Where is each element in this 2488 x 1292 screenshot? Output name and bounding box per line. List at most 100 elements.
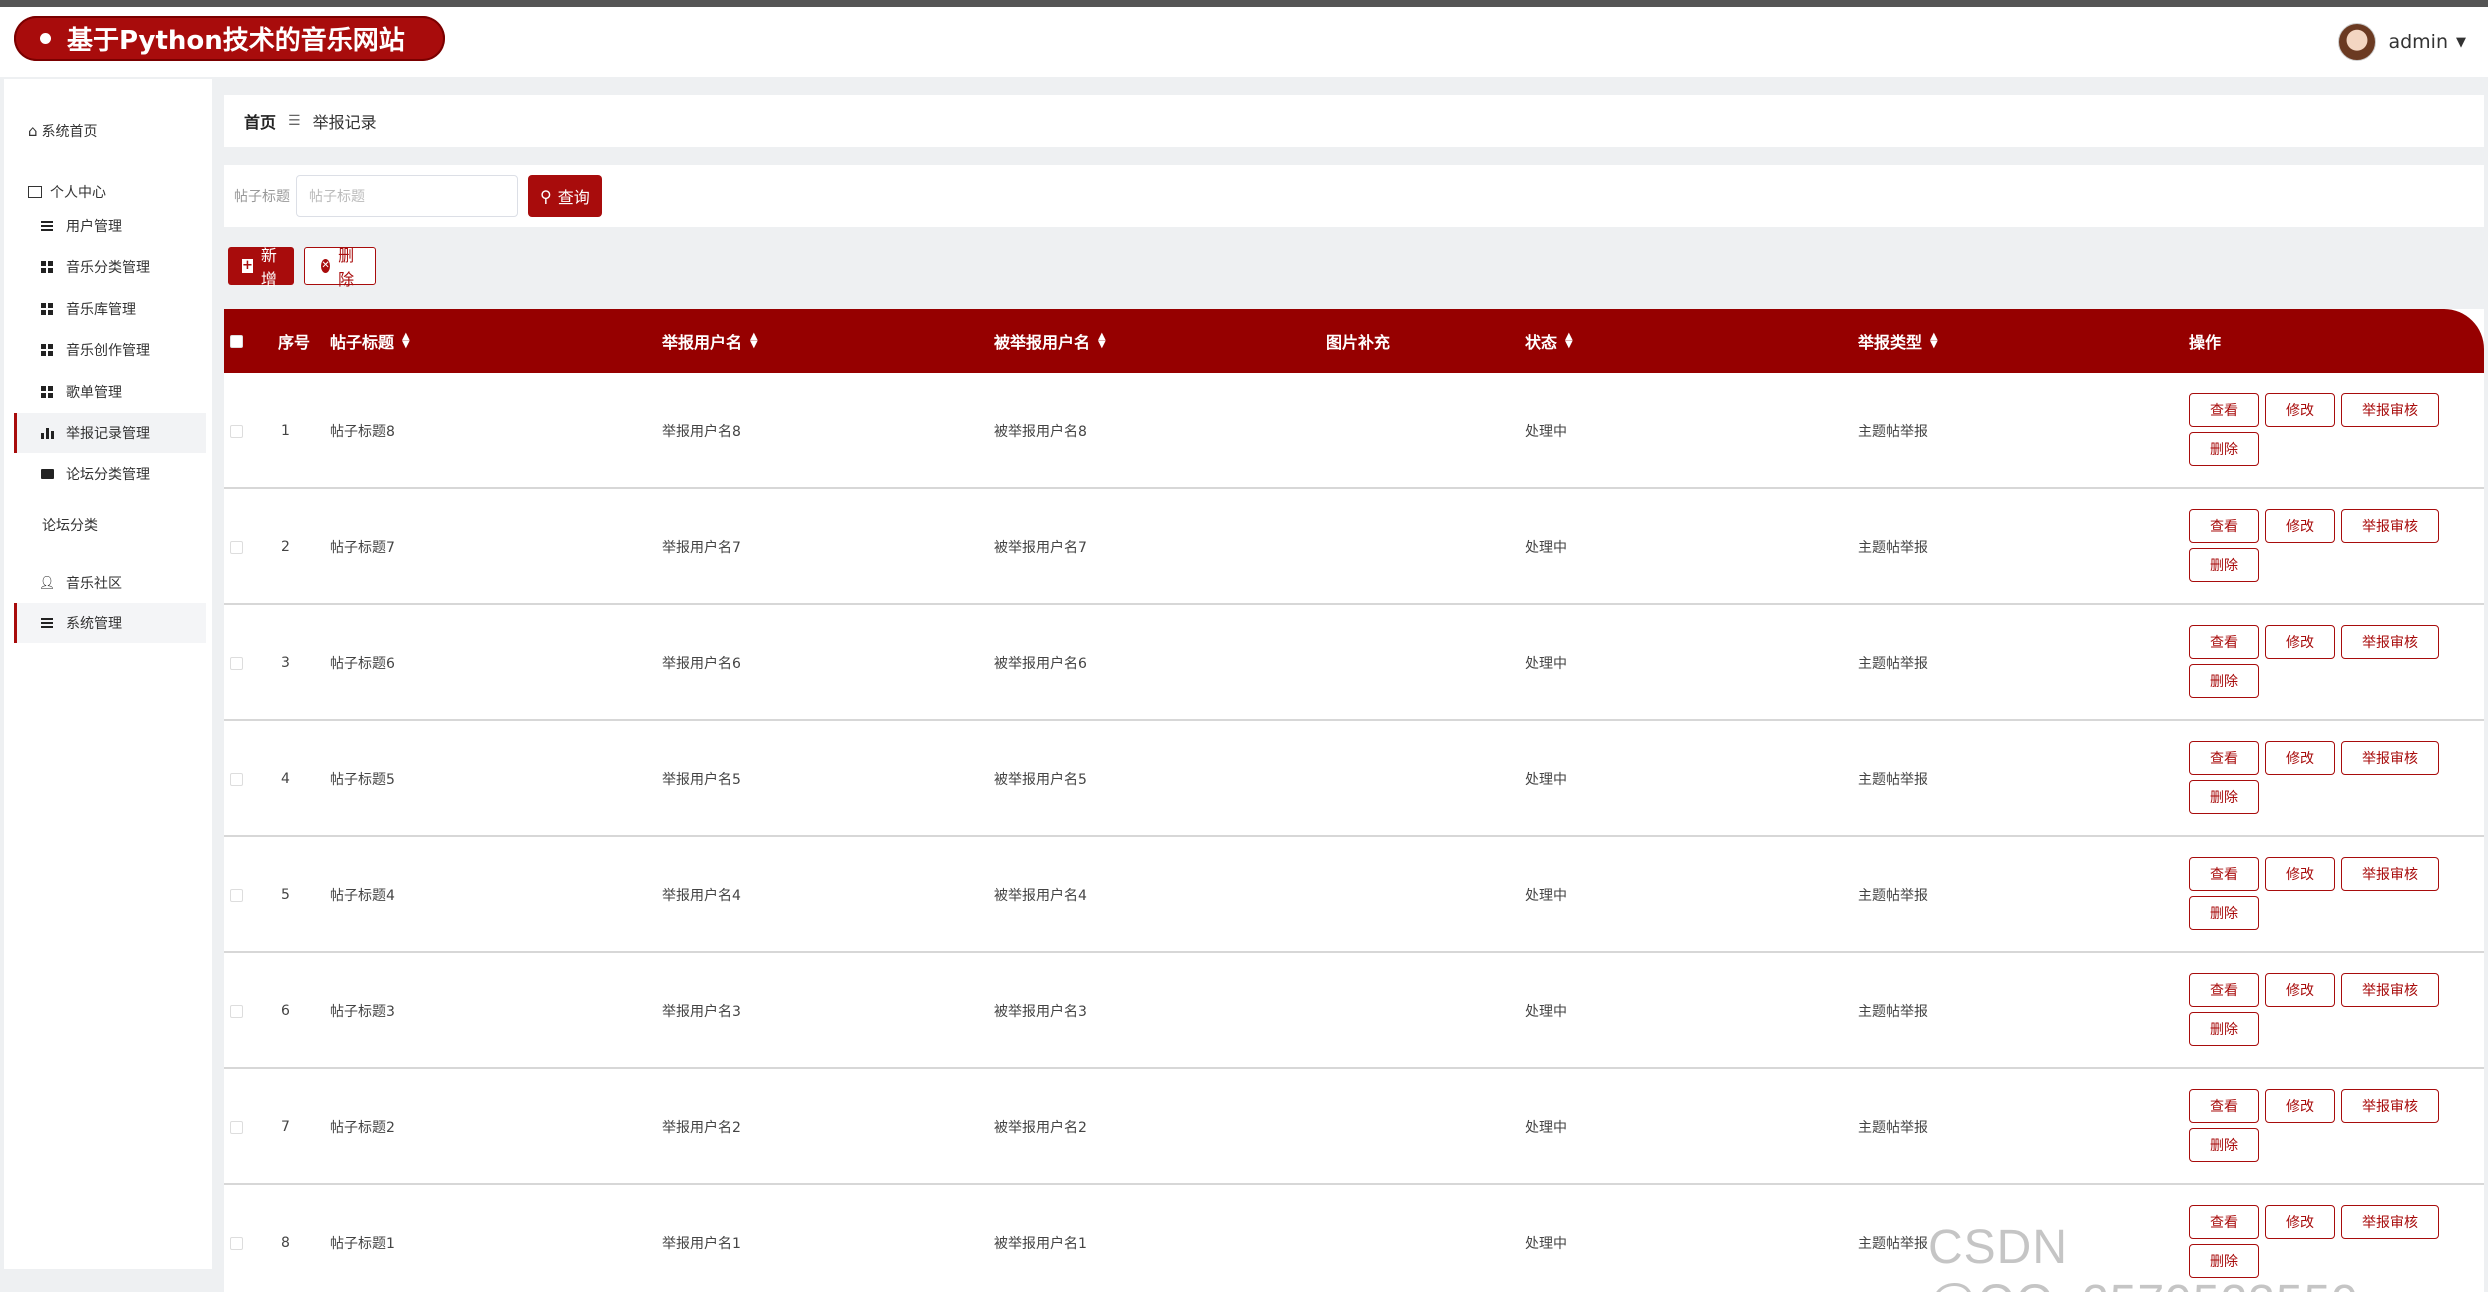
edit-button[interactable]: 修改 — [2265, 973, 2335, 1007]
header-status: 状态 — [1525, 333, 1558, 352]
view-button[interactable]: 查看 — [2189, 857, 2259, 891]
delete-button[interactable]: 删除 — [2189, 1012, 2259, 1046]
cell-title: 帖子标题6 — [330, 656, 395, 672]
report-table: 序号 帖子标题 ▲ ▼ 举报用户名 ▲ ▼ 被举报用户名 ▲ ▼ 图片补充 状态 ▲ ▼ 举报类… — [224, 309, 2484, 1292]
add-button[interactable]: + 新增 — [228, 246, 295, 289]
row-checkbox[interactable] — [230, 1236, 243, 1250]
review-button[interactable]: 举报审核 — [2341, 741, 2439, 775]
review-button[interactable]: 举报审核 — [2341, 625, 2439, 659]
sidebar-item-community[interactable]: 👤︎ 音乐社区 — [14, 563, 206, 603]
select-all-checkbox[interactable] — [230, 334, 243, 348]
edit-button[interactable]: 修改 — [2265, 857, 2335, 891]
table-row[interactable]: 6 帖子标题3 举报用户名3 被举报用户名3 处理中 主题帖举报 查看 修改 举报审核 删除 — [224, 953, 2484, 1069]
cell-type: 主题帖举报 — [1858, 1236, 1928, 1252]
edit-button[interactable]: 修改 — [2265, 741, 2335, 775]
view-button[interactable]: 查看 — [2189, 1089, 2259, 1123]
sidebar-item-personal[interactable]: 个人中心 — [28, 182, 106, 202]
cell-reported: 被举报用户名5 — [994, 772, 1087, 788]
sidebar-item-system[interactable]: 系统管理 — [14, 603, 206, 643]
delete-button[interactable]: 删除 — [2189, 432, 2259, 466]
delete-button[interactable]: 删除 — [2189, 896, 2259, 930]
delete-button[interactable]: 删除 — [2189, 664, 2259, 698]
sidebar-item-1[interactable]: 音乐分类管理 — [14, 247, 206, 287]
home-icon: ⌂ — [28, 122, 38, 140]
sort-icon: ▲ ▼ — [402, 331, 410, 350]
table-row[interactable]: 5 帖子标题4 举报用户名4 被举报用户名4 处理中 主题帖举报 查看 修改 举报审核 删除 — [224, 837, 2484, 953]
review-button[interactable]: 举报审核 — [2341, 509, 2439, 543]
header-reported-sort[interactable]: 被举报用户名 ▲ ▼ — [994, 309, 1106, 373]
delete-button[interactable]: 删除 — [2189, 1128, 2259, 1162]
view-button[interactable]: 查看 — [2189, 393, 2259, 427]
edit-button[interactable]: 修改 — [2265, 1089, 2335, 1123]
header-title-sort[interactable]: 帖子标题 ▲ ▼ — [330, 309, 410, 373]
cell-title: 帖子标题2 — [330, 1120, 395, 1136]
cell-type: 主题帖举报 — [1858, 772, 1928, 788]
edit-button[interactable]: 修改 — [2265, 625, 2335, 659]
delete-button[interactable]: 删除 — [2189, 548, 2259, 582]
delete-button[interactable]: 删除 — [2189, 780, 2259, 814]
view-button[interactable]: 查看 — [2189, 741, 2259, 775]
row-checkbox[interactable] — [230, 1120, 243, 1134]
edit-button[interactable]: 修改 — [2265, 509, 2335, 543]
batch-delete-button[interactable]: ✕ 删除 — [304, 246, 377, 289]
view-button[interactable]: 查看 — [2189, 625, 2259, 659]
row-checkbox[interactable] — [230, 772, 243, 786]
header-ops: 操作 — [2189, 333, 2222, 352]
cell-reported: 被举报用户名8 — [994, 424, 1087, 440]
cell-title: 帖子标题3 — [330, 1004, 395, 1020]
sidebar-item-3[interactable]: 音乐创作管理 — [14, 330, 206, 370]
cell-reporter: 举报用户名6 — [662, 656, 741, 672]
caret-down-icon[interactable]: ▼ — [2456, 35, 2466, 50]
app-body: ⌂ 系统首页 个人中心 用户管理 音乐分类管理 音乐库管理 音乐创作管理 歌单管理举报记… — [0, 77, 2488, 1292]
app-title: 基于Python技术的音乐网站 — [67, 26, 405, 56]
view-button[interactable]: 查看 — [2189, 973, 2259, 1007]
query-button[interactable]: ⚲ 查询 — [528, 175, 602, 217]
table-row[interactable]: 7 帖子标题2 举报用户名2 被举报用户名2 处理中 主题帖举报 查看 修改 举报审核 删除 — [224, 1069, 2484, 1185]
sidebar-item-label: 举报记录管理 — [66, 426, 150, 442]
header-type-sort[interactable]: 举报类型 ▲ ▼ — [1858, 309, 1938, 373]
breadcrumb: 首页 ☰ 举报记录 — [224, 95, 2484, 147]
header-reporter-sort[interactable]: 举报用户名 ▲ ▼ — [662, 309, 758, 373]
row-checkbox[interactable] — [230, 656, 243, 670]
sidebar-item-4[interactable]: 歌单管理 — [14, 372, 206, 412]
table-row[interactable]: 2 帖子标题7 举报用户名7 被举报用户名7 处理中 主题帖举报 查看 修改 举报审核 删除 — [224, 489, 2484, 605]
cell-type: 主题帖举报 — [1858, 656, 1928, 672]
table-row[interactable]: 1 帖子标题8 举报用户名8 被举报用户名8 处理中 主题帖举报 查看 修改 举报审核 删除 — [224, 373, 2484, 489]
row-checkbox[interactable] — [230, 888, 243, 902]
sidebar-item-0[interactable]: 用户管理 — [14, 206, 206, 246]
sidebar-forum-category-label: 论坛分类 — [42, 518, 98, 534]
review-button[interactable]: 举报审核 — [2341, 973, 2439, 1007]
sidebar-item-6[interactable]: 论坛分类管理 — [14, 454, 206, 494]
sort-icon: ▲ ▼ — [1565, 331, 1573, 350]
table-row[interactable]: 3 帖子标题6 举报用户名6 被举报用户名6 处理中 主题帖举报 查看 修改 举报审核 删除 — [224, 605, 2484, 721]
user-menu[interactable]: admin ▼ — [2338, 23, 2466, 61]
bar-chart-icon — [40, 426, 54, 440]
cell-index: 6 — [281, 1003, 290, 1019]
cell-reporter: 举报用户名5 — [662, 772, 741, 788]
sidebar-item-5[interactable]: 举报记录管理 — [14, 413, 206, 453]
row-checkbox[interactable] — [230, 540, 243, 554]
top-header: 基于Python技术的音乐网站 admin ▼ — [0, 7, 2488, 77]
cell-status: 处理中 — [1525, 656, 1567, 672]
sidebar-item-home[interactable]: ⌂ 系统首页 — [28, 121, 98, 141]
cell-reporter: 举报用户名2 — [662, 1120, 741, 1136]
cell-status: 处理中 — [1525, 1236, 1567, 1252]
search-input[interactable]: 帖子标题 — [296, 175, 518, 217]
review-button[interactable]: 举报审核 — [2341, 857, 2439, 891]
view-button[interactable]: 查看 — [2189, 509, 2259, 543]
review-button[interactable]: 举报审核 — [2341, 1089, 2439, 1123]
breadcrumb-current: 举报记录 — [312, 113, 377, 132]
header-status-sort[interactable]: 状态 ▲ ▼ — [1525, 309, 1573, 373]
avatar[interactable] — [2338, 23, 2377, 61]
row-checkbox[interactable] — [230, 1004, 243, 1018]
row-checkbox[interactable] — [230, 424, 243, 438]
cell-title: 帖子标题4 — [330, 888, 395, 904]
table-row[interactable]: 4 帖子标题5 举报用户名5 被举报用户名5 处理中 主题帖举报 查看 修改 举报审核 删除 — [224, 721, 2484, 837]
breadcrumb-home[interactable]: 首页 — [244, 109, 276, 133]
user-name[interactable]: admin — [2388, 31, 2448, 53]
review-button[interactable]: 举报审核 — [2341, 393, 2439, 427]
sidebar-item-forum-category[interactable]: 论坛分类 — [42, 515, 98, 535]
edit-button[interactable]: 修改 — [2265, 393, 2335, 427]
sidebar-item-2[interactable]: 音乐库管理 — [14, 289, 206, 329]
header-type: 举报类型 — [1858, 333, 1923, 352]
